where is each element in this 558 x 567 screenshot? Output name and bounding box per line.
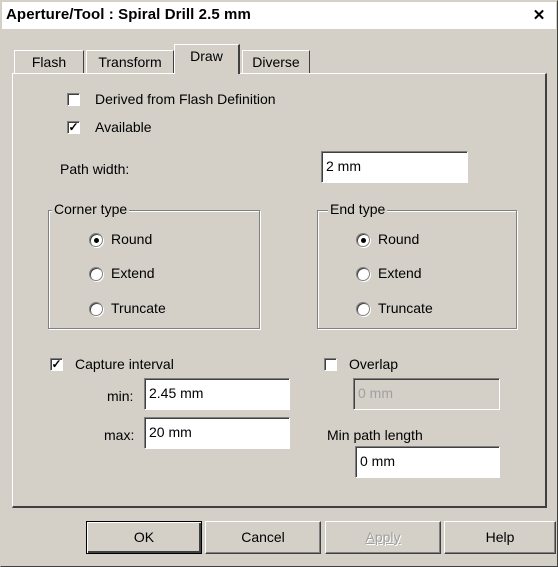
derived-checkbox[interactable] — [67, 93, 80, 106]
path-width-input[interactable]: 2 mm — [321, 151, 468, 183]
tab-flash[interactable]: Flash — [14, 50, 84, 74]
end-truncate-label[interactable]: Truncate — [378, 300, 433, 316]
corner-round-radio[interactable] — [89, 233, 103, 247]
overlap-label[interactable]: Overlap — [349, 356, 398, 372]
min-path-length-input[interactable]: 0 mm — [355, 446, 500, 478]
window-title: Aperture/Tool : Spiral Drill 2.5 mm — [6, 6, 251, 23]
corner-type-legend: Corner type — [52, 201, 130, 217]
end-type-legend: End type — [328, 201, 388, 217]
cancel-button[interactable]: Cancel — [205, 521, 321, 554]
available-label[interactable]: Available — [95, 119, 152, 135]
ok-button[interactable]: OK — [86, 521, 202, 554]
min-label: min: — [107, 388, 134, 404]
end-extend-label[interactable]: Extend — [378, 265, 422, 281]
capture-interval-checkbox[interactable]: ✓ — [50, 358, 63, 371]
radio-dot-icon — [94, 238, 99, 243]
corner-extend-radio[interactable] — [89, 267, 103, 281]
end-round-radio[interactable] — [356, 233, 370, 247]
check-mark-icon: ✓ — [51, 357, 62, 371]
close-icon[interactable]: ✕ — [529, 7, 549, 25]
path-width-label: Path width: — [60, 161, 130, 177]
max-interval-input[interactable]: 20 mm — [144, 417, 290, 449]
tab-diverse[interactable]: Diverse — [242, 50, 310, 74]
end-truncate-radio[interactable] — [356, 302, 370, 316]
overlap-input[interactable]: 0 mm — [353, 378, 500, 410]
end-round-label[interactable]: Round — [378, 231, 419, 247]
tab-transform[interactable]: Transform — [86, 50, 174, 74]
corner-extend-label[interactable]: Extend — [111, 265, 155, 281]
derived-label[interactable]: Derived from Flash Definition — [95, 91, 276, 107]
capture-interval-label[interactable]: Capture interval — [75, 356, 174, 372]
corner-round-label[interactable]: Round — [111, 231, 152, 247]
min-interval-input[interactable]: 2.45 mm — [144, 378, 290, 410]
check-mark-icon: ✓ — [68, 120, 79, 134]
corner-truncate-label[interactable]: Truncate — [111, 300, 166, 316]
min-path-length-label: Min path length — [327, 427, 423, 443]
radio-dot-icon — [361, 238, 366, 243]
help-button[interactable]: Help — [444, 521, 556, 554]
available-checkbox[interactable]: ✓ — [67, 121, 80, 134]
end-extend-radio[interactable] — [356, 267, 370, 281]
overlap-checkbox[interactable] — [324, 358, 337, 371]
apply-button[interactable]: Apply — [325, 521, 441, 554]
tab-draw[interactable]: Draw — [174, 44, 240, 74]
max-label: max: — [104, 427, 135, 443]
corner-truncate-radio[interactable] — [89, 302, 103, 316]
apply-label: Apply — [365, 529, 401, 545]
